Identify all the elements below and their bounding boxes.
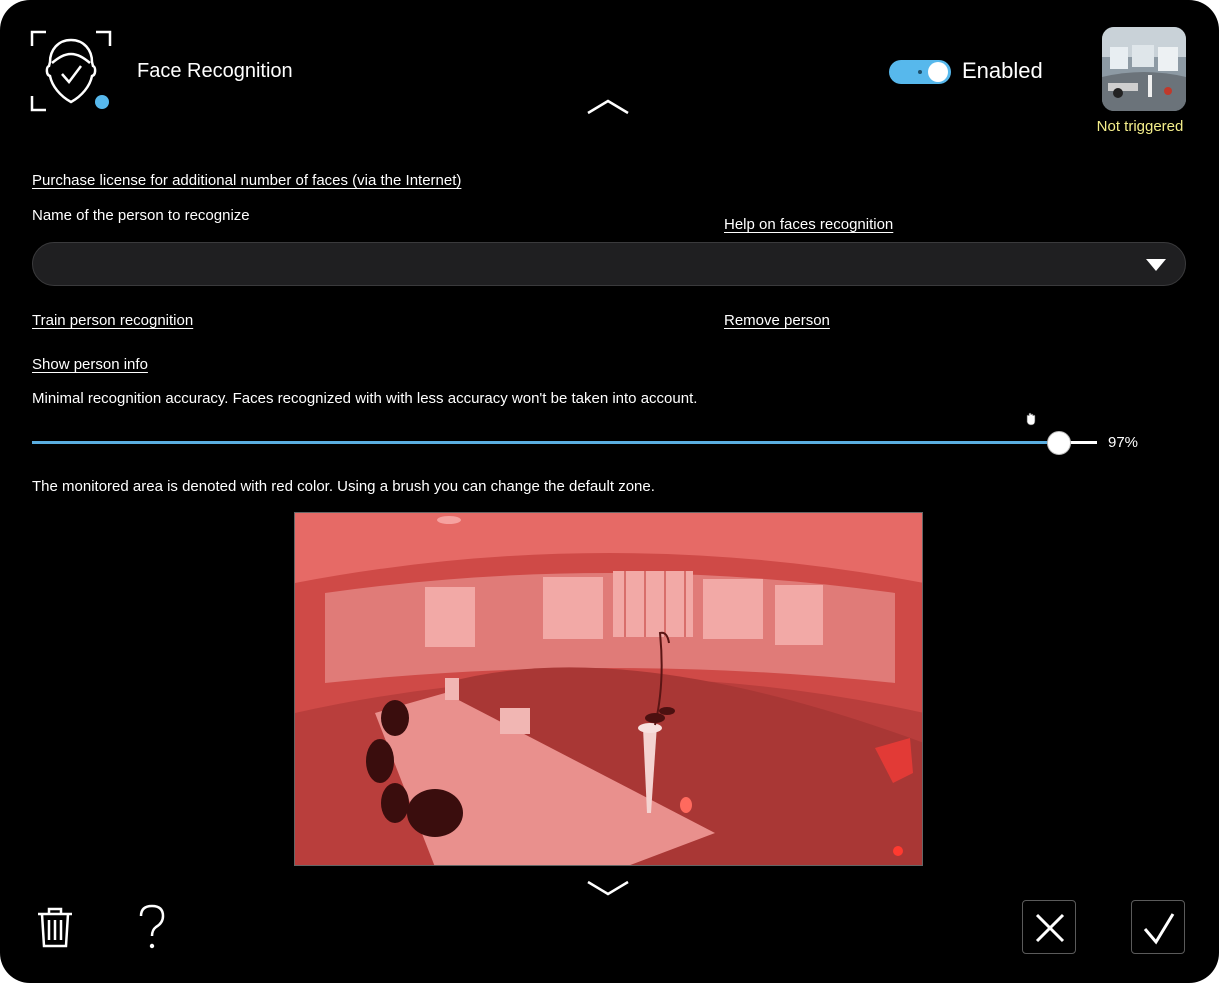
accuracy-description: Minimal recognition accuracy. Faces reco…	[32, 390, 698, 407]
train-person-link[interactable]: Train person recognition	[32, 312, 193, 329]
person-select-label: Name of the person to recognize	[32, 207, 250, 224]
trash-icon[interactable]	[36, 906, 74, 948]
close-icon	[1035, 913, 1065, 943]
chevron-down-icon[interactable]	[585, 878, 631, 898]
zone-description: The monitored area is denoted with red c…	[32, 478, 655, 495]
remove-person-link[interactable]: Remove person	[724, 312, 830, 329]
page-title: Face Recognition	[137, 60, 293, 82]
face-recognition-icon	[30, 30, 112, 112]
cancel-button[interactable]	[1022, 900, 1076, 954]
checkmark-icon	[1143, 913, 1175, 945]
toggle-knob	[928, 62, 948, 82]
question-mark-icon[interactable]	[136, 904, 168, 950]
accuracy-value: 97%	[1108, 434, 1139, 451]
trigger-status: Not triggered	[1096, 118, 1184, 135]
enabled-toggle[interactable]	[889, 60, 951, 84]
chevron-up-icon[interactable]	[585, 97, 631, 117]
help-faces-link[interactable]: Help on faces recognition	[724, 216, 893, 233]
hand-cursor-icon	[1024, 412, 1038, 426]
accuracy-slider-track-filled[interactable]	[32, 441, 1059, 444]
person-dropdown[interactable]	[32, 242, 1186, 286]
accuracy-slider-handle[interactable]	[1047, 431, 1071, 455]
enabled-label: Enabled	[962, 58, 1043, 83]
purchase-license-link[interactable]: Purchase license for additional number o…	[32, 172, 461, 189]
camera-thumbnail[interactable]	[1102, 27, 1186, 111]
monitored-zone-canvas[interactable]	[294, 512, 923, 866]
toggle-dot	[918, 70, 922, 74]
dropdown-arrow-icon	[1145, 258, 1167, 272]
face-recognition-dialog: Face Recognition Enabled Not triggered P…	[0, 0, 1219, 983]
confirm-button[interactable]	[1131, 900, 1185, 954]
show-person-info-link[interactable]: Show person info	[32, 356, 148, 373]
